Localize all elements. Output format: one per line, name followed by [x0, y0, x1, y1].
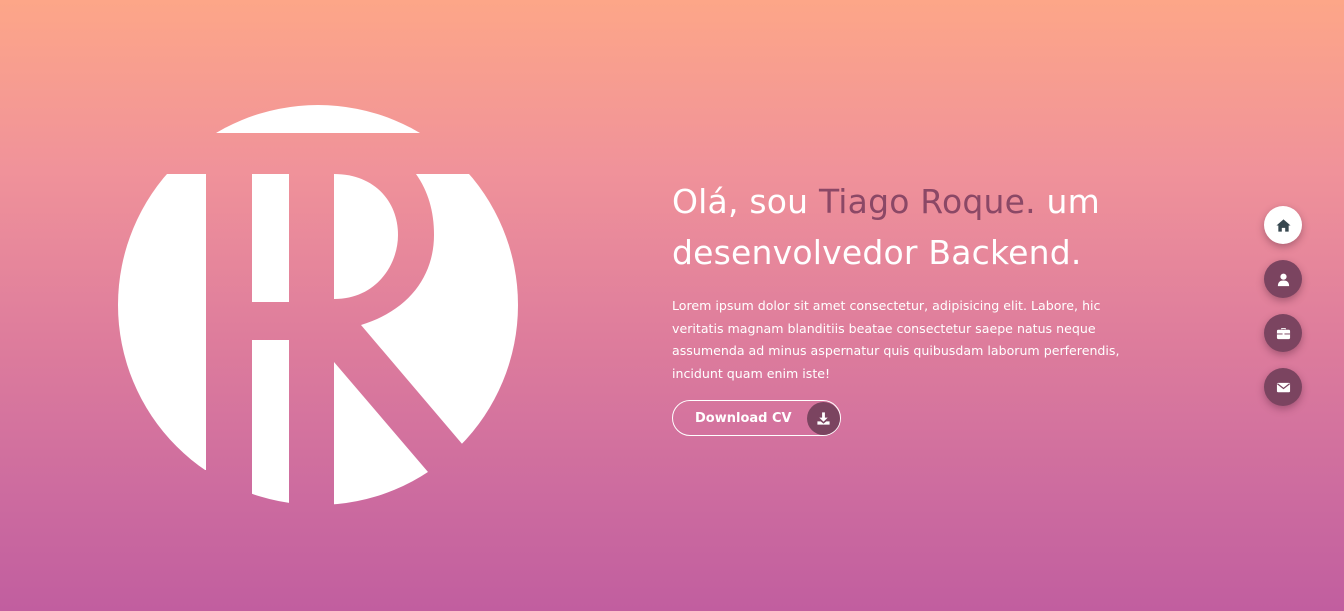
download-cv-label: Download CV — [695, 410, 792, 426]
user-icon — [1276, 272, 1291, 287]
download-cv-button[interactable]: Download CV — [672, 400, 841, 436]
greeting-text: Olá, sou — [672, 182, 819, 221]
home-icon — [1275, 218, 1291, 233]
nav-about-button[interactable] — [1264, 260, 1302, 298]
hero-content: Olá, sou Tiago Roque. um desenvolvedor B… — [672, 176, 1152, 436]
briefcase-icon — [1276, 326, 1291, 341]
nav-home-button[interactable] — [1264, 206, 1302, 244]
hero-headline: Olá, sou Tiago Roque. um desenvolvedor B… — [672, 176, 1152, 278]
hero-page: Olá, sou Tiago Roque. um desenvolvedor B… — [0, 0, 1344, 611]
nav-portfolio-button[interactable] — [1264, 314, 1302, 352]
tr-monogram-logo — [118, 105, 518, 505]
nav-contact-button[interactable] — [1264, 368, 1302, 406]
envelope-icon — [1276, 380, 1291, 395]
hero-description: Lorem ipsum dolor sit amet consectetur, … — [672, 298, 1120, 381]
download-icon — [807, 401, 840, 435]
name-text: Tiago Roque. — [818, 182, 1036, 221]
